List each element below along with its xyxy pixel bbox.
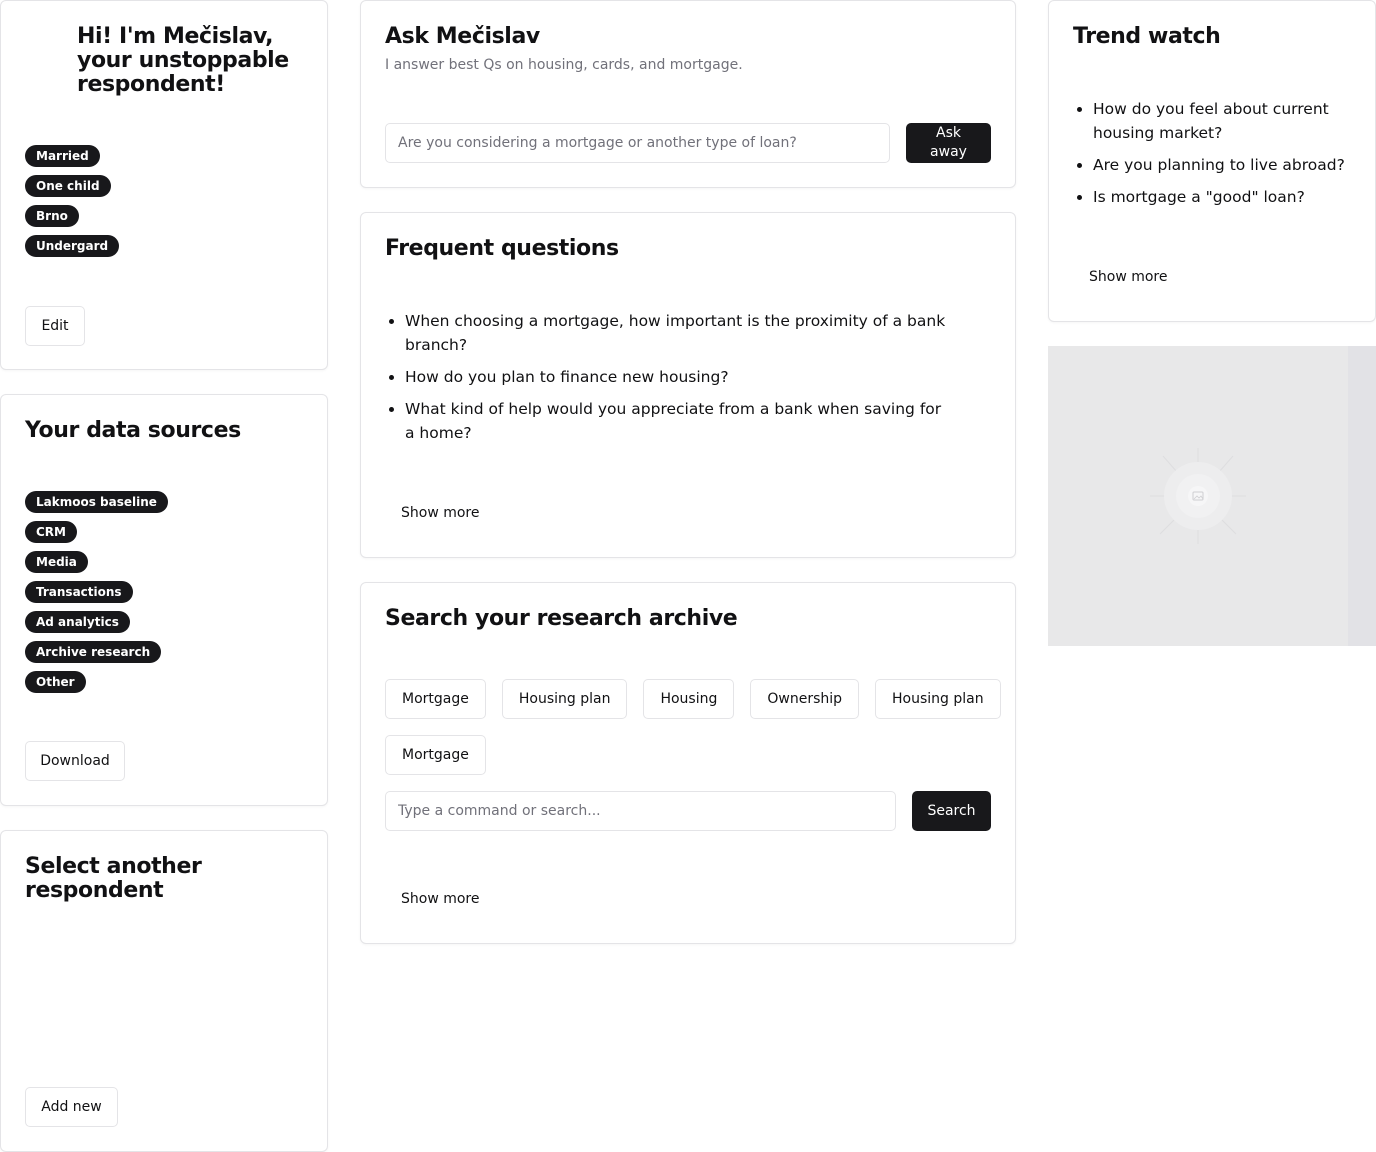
profile-tag: One child xyxy=(25,175,111,197)
profile-tag: Married xyxy=(25,145,100,167)
data-source-badge[interactable]: Other xyxy=(25,671,86,693)
data-source-badge[interactable]: Ad analytics xyxy=(25,611,130,633)
image-placeholder-icon xyxy=(1150,448,1246,544)
faq-show-more-button[interactable]: Show more xyxy=(385,493,496,533)
archive-search-input[interactable] xyxy=(385,791,896,831)
data-source-badge[interactable]: Archive research xyxy=(25,641,162,663)
edit-button[interactable]: Edit xyxy=(25,306,85,346)
faq-card: Frequent questions When choosing a mortg… xyxy=(360,212,1016,558)
ask-away-label-line1: Ask xyxy=(936,125,961,141)
data-sources-card: Your data sources Lakmoos baseline CRM M… xyxy=(0,394,328,806)
data-source-badge[interactable]: Media xyxy=(25,551,88,573)
data-sources-title: Your data sources xyxy=(25,418,241,443)
profile-card: Hi! I'm Mečislav, your unstoppable respo… xyxy=(0,0,328,370)
profile-tags: Married One child Brno Undergard xyxy=(25,145,120,257)
trend-show-more-button[interactable]: Show more xyxy=(1073,257,1184,297)
ask-away-label-line2: away xyxy=(930,144,967,160)
archive-chip[interactable]: Mortgage xyxy=(385,679,486,719)
profile-greeting: Hi! I'm Mečislav, your unstoppable respo… xyxy=(77,24,289,97)
image-placeholder xyxy=(1048,346,1376,646)
ask-input[interactable] xyxy=(385,123,890,163)
data-sources-list: Lakmoos baseline CRM Media Transactions … xyxy=(25,491,168,693)
archive-chip[interactable]: Housing xyxy=(643,679,735,719)
faq-item[interactable]: How do you plan to finance new housing? xyxy=(405,365,955,389)
faq-item[interactable]: When choosing a mortgage, how important … xyxy=(405,309,955,357)
archive-chips: Mortgage Housing plan Housing Ownership … xyxy=(385,679,1005,775)
ask-card: Ask Mečislav I answer best Qs on housing… xyxy=(360,0,1016,188)
ask-subtitle: I answer best Qs on housing, cards, and … xyxy=(385,57,743,73)
ask-away-button[interactable]: Ask away xyxy=(906,123,991,163)
archive-chip[interactable]: Housing plan xyxy=(501,679,628,719)
data-source-badge[interactable]: CRM xyxy=(25,521,77,543)
faq-title: Frequent questions xyxy=(385,236,619,261)
trend-item[interactable]: Are you planning to live abroad? xyxy=(1093,153,1363,177)
select-respondent-card: Select another respondent Add new xyxy=(0,830,328,1152)
download-button[interactable]: Download xyxy=(25,741,125,781)
archive-chip[interactable]: Ownership xyxy=(750,679,860,719)
archive-search-button[interactable]: Search xyxy=(912,791,991,831)
data-source-badge[interactable]: Transactions xyxy=(25,581,133,603)
profile-tag: Undergard xyxy=(25,235,120,257)
archive-chip[interactable]: Mortgage xyxy=(385,735,486,775)
select-respondent-title: Select another respondent xyxy=(25,854,202,903)
archive-title: Search your research archive xyxy=(385,606,738,631)
archive-chip[interactable]: Housing plan xyxy=(875,679,1001,719)
trend-card: Trend watch How do you feel about curren… xyxy=(1048,0,1376,322)
trend-list: How do you feel about current housing ma… xyxy=(1073,97,1363,217)
data-source-badge[interactable]: Lakmoos baseline xyxy=(25,491,168,513)
trend-item[interactable]: How do you feel about current housing ma… xyxy=(1093,97,1363,145)
trend-item[interactable]: Is mortgage a "good" loan? xyxy=(1093,185,1363,209)
add-new-button[interactable]: Add new xyxy=(25,1087,118,1127)
ask-title: Ask Mečislav xyxy=(385,24,540,49)
faq-list: When choosing a mortgage, how important … xyxy=(385,309,955,453)
archive-show-more-button[interactable]: Show more xyxy=(385,879,496,919)
profile-tag: Brno xyxy=(25,205,79,227)
faq-item[interactable]: What kind of help would you appreciate f… xyxy=(405,397,955,445)
archive-card: Search your research archive Mortgage Ho… xyxy=(360,582,1016,944)
trend-title: Trend watch xyxy=(1073,24,1221,49)
